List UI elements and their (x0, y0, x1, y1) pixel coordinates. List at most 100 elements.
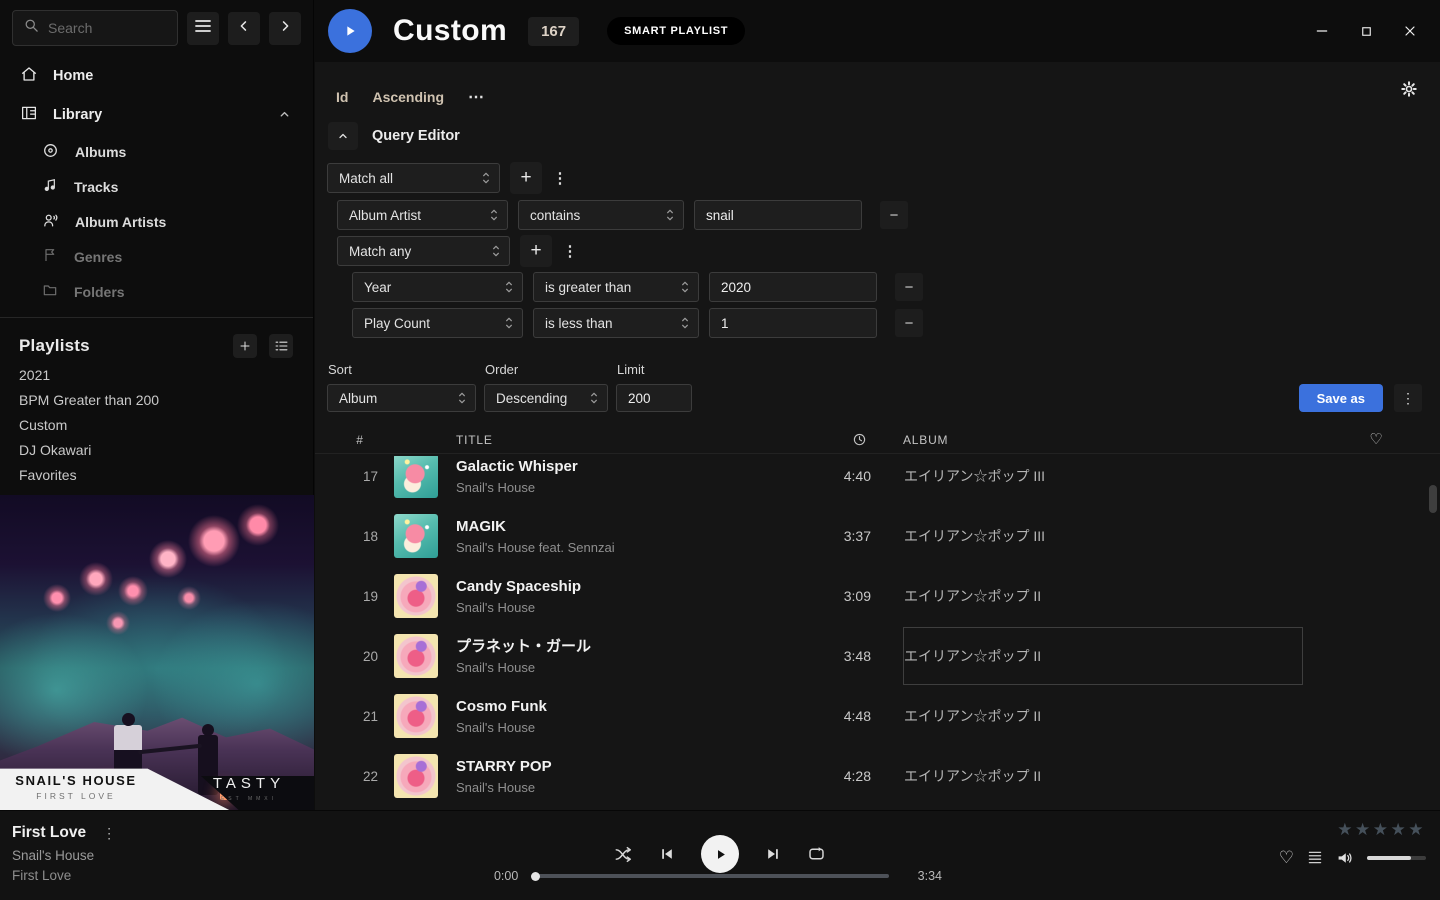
add-playlist-button[interactable] (233, 334, 257, 358)
minimize-button[interactable] (1300, 9, 1344, 53)
sort-direction-button[interactable]: Ascending (372, 89, 444, 105)
remove-rule-button[interactable]: − (880, 201, 908, 229)
sidebar-item-genres[interactable]: Genres (0, 239, 313, 274)
table-row[interactable]: 18 MAGIK Snail's House feat. Sennzai 3:3… (315, 506, 1440, 566)
limit-input[interactable] (616, 384, 692, 412)
heart-column-icon[interactable]: ♡ (1313, 432, 1440, 447)
save-menu-icon[interactable]: ⋮ (1394, 384, 1422, 412)
playlist-item[interactable]: DJ Okawari (0, 437, 313, 462)
playlists-header: Playlists (0, 318, 313, 362)
column-header-duration[interactable] (801, 432, 871, 447)
search-input[interactable] (48, 20, 166, 36)
rule-value-input[interactable] (709, 272, 877, 302)
chevron-up-icon[interactable] (278, 108, 291, 125)
column-header-title[interactable]: TITLE (456, 433, 801, 447)
playlist-item[interactable]: Custom (0, 412, 313, 437)
close-button[interactable] (1388, 9, 1432, 53)
scrollbar-thumb[interactable] (1429, 485, 1437, 513)
app-window: Home Library Albums Tracks (0, 0, 1440, 900)
track-album[interactable]: エイリアン☆ポップ II (903, 687, 1303, 745)
sidebar-item-tracks[interactable]: Tracks (0, 169, 313, 204)
playlist-list-button[interactable] (269, 334, 293, 358)
rule-value-input[interactable] (709, 308, 877, 338)
table-row[interactable]: 20 プラネット・ガール Snail's House 3:48 エイリアン☆ポッ… (315, 626, 1440, 686)
sidebar-item-albums[interactable]: Albums (0, 134, 313, 169)
back-button[interactable] (228, 12, 260, 45)
rule-field-select[interactable]: Year (352, 272, 523, 302)
match-any-select[interactable]: Match any (337, 236, 510, 266)
sidebar-item-folders[interactable]: Folders (0, 274, 313, 309)
rule-operator-select[interactable]: contains (518, 200, 684, 230)
playlist-item[interactable]: Favorites (0, 462, 313, 487)
repeat-button[interactable] (807, 845, 826, 863)
remove-rule-button[interactable]: − (895, 309, 923, 337)
table-row[interactable]: 21 Cosmo Funk Snail's House 4:48 エイリアン☆ポ… (315, 686, 1440, 746)
maximize-button[interactable] (1344, 9, 1388, 53)
seek-bar: 0:00 3:34 (478, 869, 942, 883)
more-options-icon[interactable]: ⋯ (468, 87, 485, 107)
now-playing-menu-icon[interactable]: ⋮ (102, 825, 116, 842)
add-rule-button[interactable]: + (520, 235, 552, 267)
star-icon[interactable]: ★ (1408, 820, 1426, 839)
track-album[interactable]: エイリアン☆ポップ III (903, 456, 1303, 505)
remove-rule-button[interactable]: − (895, 273, 923, 301)
play-pause-button[interactable] (701, 835, 739, 873)
banner-brand-sub: EST MMXI (190, 796, 308, 802)
star-icon[interactable]: ★ (1355, 820, 1373, 839)
query-subgroup-row: Match any + ⋮ (337, 236, 1440, 266)
forward-button[interactable] (269, 12, 301, 45)
star-icon[interactable]: ★ (1337, 820, 1355, 839)
add-rule-button[interactable]: + (510, 162, 542, 194)
order-select[interactable]: Descending (484, 384, 608, 412)
track-title: Galactic Whisper (456, 457, 801, 477)
playlist-item[interactable]: BPM Greater than 200 (0, 387, 313, 412)
search-box[interactable] (12, 10, 178, 46)
match-all-select[interactable]: Match all (327, 163, 500, 193)
track-album-focused-cell[interactable]: エイリアン☆ポップ II (903, 627, 1303, 685)
volume-icon[interactable] (1336, 850, 1354, 866)
query-editor-header: Query Editor (328, 122, 1440, 150)
table-row[interactable]: 19 Candy Spaceship Snail's House 3:09 エイ… (315, 566, 1440, 626)
sidebar-item-label: Genres (74, 249, 122, 265)
column-header-number[interactable]: # (340, 433, 380, 447)
table-row[interactable]: 22 STARRY POP Snail's House 4:28 エイリアン☆ポ… (315, 746, 1440, 806)
collapse-query-editor-button[interactable] (328, 122, 358, 150)
next-button[interactable] (765, 846, 781, 862)
album-art-thumbnail (394, 574, 438, 618)
playlist-item[interactable]: 2021 (0, 362, 313, 387)
sort-field-button[interactable]: Id (336, 89, 348, 105)
rule-field-select[interactable]: Play Count (352, 308, 523, 338)
track-list: 17 Galactic Whisper Snail's House 4:40 エ… (315, 456, 1440, 810)
seek-handle[interactable] (531, 872, 540, 881)
sidebar-item-library[interactable]: Library (0, 95, 313, 134)
previous-button[interactable] (659, 846, 675, 862)
track-album[interactable]: エイリアン☆ポップ III (903, 507, 1303, 565)
rule-field-select[interactable]: Album Artist (337, 200, 508, 230)
table-row[interactable]: 17 Galactic Whisper Snail's House 4:40 エ… (315, 456, 1440, 506)
rule-value-input[interactable] (694, 200, 862, 230)
seek-slider[interactable] (533, 874, 888, 878)
shuffle-button[interactable] (614, 846, 633, 863)
group-menu-icon[interactable]: ⋮ (562, 242, 578, 260)
group-menu-icon[interactable]: ⋮ (552, 169, 568, 187)
sort-select[interactable]: Album (327, 384, 476, 412)
rule-operator-select[interactable]: is less than (533, 308, 699, 338)
volume-slider[interactable] (1367, 856, 1426, 860)
star-icon[interactable]: ★ (1373, 820, 1391, 839)
star-icon[interactable]: ★ (1391, 820, 1409, 839)
sidebar-item-album-artists[interactable]: Album Artists (0, 204, 313, 239)
track-album[interactable]: エイリアン☆ポップ II (903, 567, 1303, 625)
track-artist: Snail's House (456, 780, 801, 795)
sidebar-item-home[interactable]: Home (0, 56, 313, 95)
play-playlist-button[interactable] (328, 9, 372, 53)
favorite-heart-icon[interactable]: ♡ (1279, 849, 1294, 866)
queue-icon[interactable] (1307, 850, 1323, 865)
menu-button[interactable] (187, 12, 219, 45)
save-as-button[interactable]: Save as (1299, 384, 1383, 412)
rating-stars[interactable]: ★★★★★ (1266, 821, 1426, 838)
column-header-album[interactable]: ALBUM (893, 433, 1313, 447)
banner-brand: TASTY (190, 775, 308, 792)
gear-icon[interactable] (1400, 80, 1418, 103)
rule-operator-select[interactable]: is greater than (533, 272, 699, 302)
track-album[interactable]: エイリアン☆ポップ II (903, 747, 1303, 805)
